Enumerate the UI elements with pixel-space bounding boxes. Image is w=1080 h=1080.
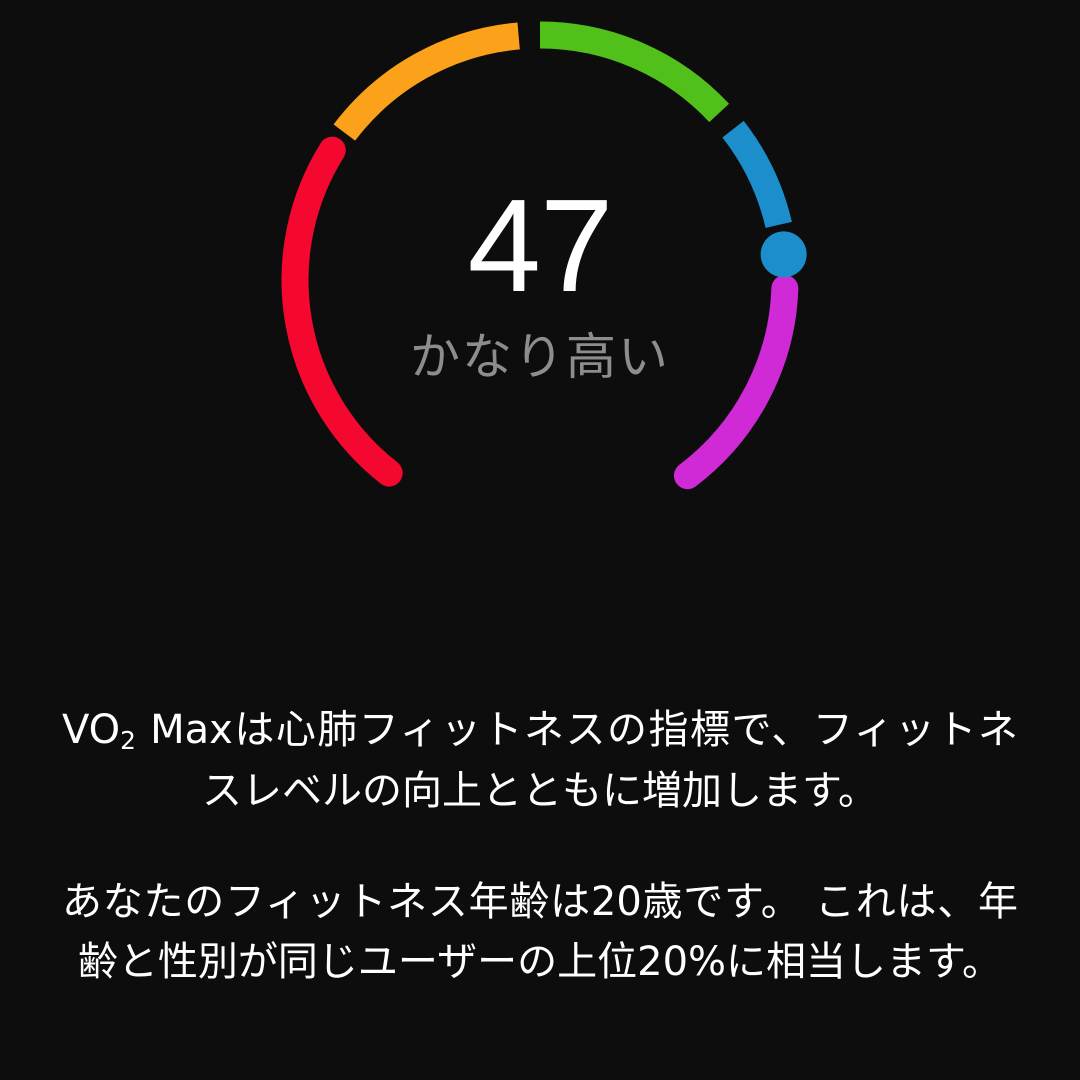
vo2-max-gauge	[281, 21, 807, 490]
gauge-segment-high	[722, 120, 792, 229]
vo2-explanation-rest: Maxは心肺フィットネスの指標で、フィットネスレベルの向上とともに増加します。	[135, 707, 1018, 814]
vo2-label-subscript: 2	[120, 726, 136, 756]
fitness-age-paragraph: あなたのフィットネス年齢は20歳です。 これは、年齢と性別が同じユーザーの上位2…	[62, 878, 1018, 986]
current-value-marker	[760, 231, 807, 278]
gauge-segment-very-high	[673, 275, 799, 490]
vo2-max-gauge-section: 47 かなり高い	[0, 0, 1080, 560]
description-section: VO2 Maxは心肺フィットネスの指標で、フィットネスレベルの向上とともに増加し…	[0, 700, 1080, 993]
vo2-label-prefix: VO	[62, 707, 121, 753]
vo2-max-explanation-paragraph: VO2 Maxは心肺フィットネスの指標で、フィットネスレベルの向上とともに増加し…	[62, 700, 1018, 822]
gauge-arc-group	[281, 21, 799, 490]
gauge-segment-above-average	[539, 21, 730, 123]
gauge-segment-below-average	[333, 22, 520, 141]
gauge-segment-low	[281, 136, 403, 487]
